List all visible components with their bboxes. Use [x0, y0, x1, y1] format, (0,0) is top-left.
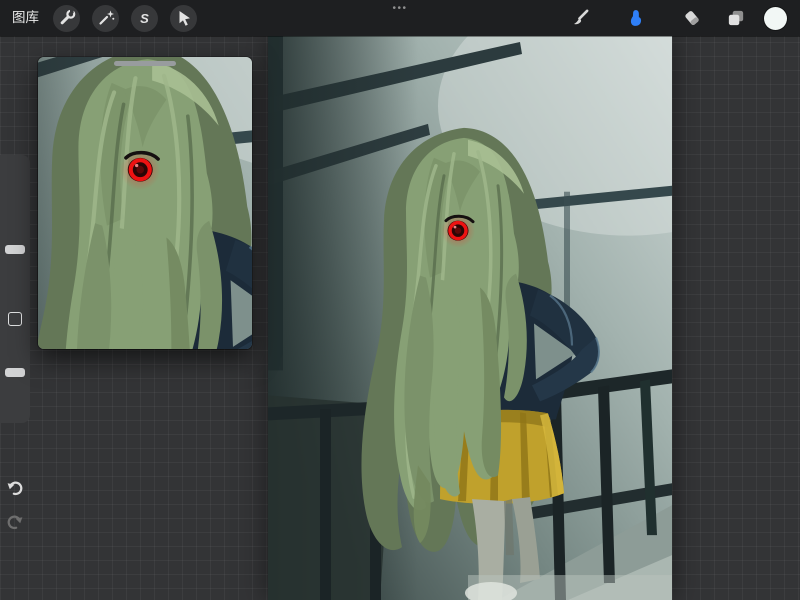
layers-button[interactable] [724, 6, 748, 30]
artwork-image [268, 36, 672, 600]
opacity-slider[interactable] [5, 368, 25, 377]
arrow-cursor-icon [174, 8, 194, 28]
smudge-icon [625, 7, 647, 29]
undo-button[interactable] [5, 478, 25, 498]
paint-tool-button[interactable] [568, 6, 592, 30]
undo-icon [5, 481, 25, 502]
redo-button[interactable] [5, 512, 25, 532]
wrench-icon [57, 8, 77, 28]
actions-button[interactable] [53, 4, 80, 32]
reference-drag-handle[interactable] [114, 61, 176, 66]
magic-wand-icon [96, 8, 116, 28]
transform-button[interactable] [170, 4, 197, 32]
layers-icon [725, 7, 747, 29]
selection-button[interactable]: S [131, 4, 158, 32]
redo-icon [5, 515, 25, 536]
erase-tool-button[interactable] [680, 6, 704, 30]
reference-zoom-image [38, 57, 252, 349]
gallery-button[interactable]: 图库 [12, 0, 39, 36]
color-swatch[interactable] [764, 6, 787, 30]
multitask-dots[interactable]: ••• [392, 3, 407, 14]
adjustments-button[interactable] [92, 4, 119, 32]
smudge-tool-button[interactable] [624, 6, 648, 30]
brush-icon [569, 7, 591, 29]
selection-s-icon: S [140, 10, 149, 26]
brush-size-slider[interactable] [5, 245, 25, 254]
brush-sidebar [0, 155, 30, 423]
toolbar-left-group: 图库 S [0, 0, 209, 36]
top-toolbar: 图库 S ••• [0, 0, 800, 36]
main-canvas[interactable] [268, 36, 672, 600]
modify-button[interactable] [8, 312, 22, 326]
reference-window[interactable] [38, 57, 252, 349]
toolbar-right-group [568, 6, 800, 30]
eraser-icon [681, 7, 703, 29]
